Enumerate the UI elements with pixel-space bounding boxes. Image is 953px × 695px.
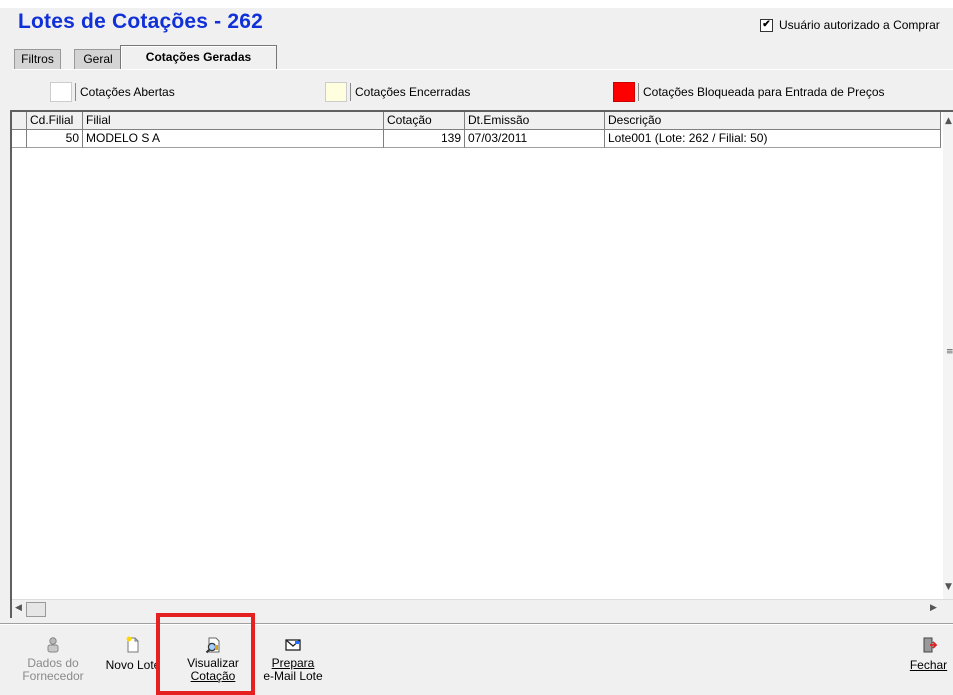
column-header-cd-filial[interactable]: Cd.Filial: [27, 112, 83, 130]
top-border: [0, 0, 953, 8]
scroll-down-arrow-icon[interactable]: ▼: [945, 582, 952, 592]
authorized-buyer-label: Usuário autorizado a Comprar: [779, 18, 940, 32]
cell-cd-filial[interactable]: 50: [27, 130, 83, 148]
grid-indicator-header: [12, 112, 27, 130]
column-header-filial[interactable]: Filial: [83, 112, 384, 130]
column-header-descricao[interactable]: Descrição: [605, 112, 941, 130]
supplier-data-icon: [47, 637, 59, 653]
legend-swatch-red: [613, 82, 635, 102]
row-indicator: [12, 130, 27, 148]
cell-cotacao[interactable]: 139: [384, 130, 465, 148]
new-document-icon: [126, 636, 139, 653]
legend-separator: [350, 83, 351, 101]
exit-door-icon: [923, 637, 937, 653]
tab-geral[interactable]: Geral: [74, 49, 122, 69]
visualizar-cotacao-button[interactable]: Visualizar Cotação: [178, 636, 248, 683]
novo-lote-label: Novo Lote: [105, 658, 161, 672]
horizontal-scrollbar[interactable]: ◀ ▶: [12, 599, 953, 618]
cell-dt-emissao[interactable]: 07/03/2011: [465, 130, 605, 148]
cell-descricao[interactable]: Lote001 (Lote: 262 / Filial: 50): [605, 130, 941, 148]
novo-lote-button[interactable]: Novo Lote: [102, 636, 164, 672]
visualizar-label-2: Cotação: [190, 669, 236, 683]
legend-abertas: Cotações Abertas: [50, 82, 175, 102]
scroll-up-arrow-icon[interactable]: ▲: [945, 116, 952, 126]
table-row[interactable]: 50 MODELO S A 139 07/03/2011 Lote001 (Lo…: [12, 130, 941, 148]
column-header-cotacao[interactable]: Cotação: [384, 112, 465, 130]
legend-swatch-white: [50, 82, 72, 102]
legend-label: Cotações Encerradas: [355, 85, 471, 99]
prepara-label-1: Prepara: [271, 656, 315, 670]
scroll-right-arrow-icon[interactable]: ▶: [930, 603, 937, 613]
scroll-thumb[interactable]: [26, 602, 46, 617]
tab-cotacoes-geradas[interactable]: Cotações Geradas: [120, 45, 277, 70]
tab-filtros[interactable]: Filtros: [14, 49, 61, 69]
authorized-buyer-checkbox[interactable]: ✔ Usuário autorizado a Comprar: [760, 17, 940, 33]
checkbox-box[interactable]: ✔: [760, 18, 773, 32]
prepara-email-lote-button[interactable]: Prepara e-Mail Lote: [258, 636, 328, 683]
cotacoes-grid[interactable]: Cd.Filial Filial Cotação Dt.Emissão Desc…: [10, 110, 953, 618]
prepara-label-2: e-Mail Lote: [263, 669, 323, 683]
visualizar-label-1: Visualizar: [187, 656, 239, 670]
dados-fornecedor-label-2: Fornecedor: [22, 669, 84, 683]
page-title: Lotes de Cotações - 262: [18, 10, 264, 33]
dados-fornecedor-label-1: Dados do: [27, 656, 79, 670]
vertical-scrollbar[interactable]: ▲ ≡ ▼: [943, 112, 953, 600]
toolbar-divider-highlight: [0, 624, 953, 625]
grid-header: Cd.Filial Filial Cotação Dt.Emissão Desc…: [12, 112, 941, 130]
legend-swatch-lightyellow: [325, 82, 347, 102]
legend-label: Cotações Bloqueada para Entrada de Preço…: [643, 85, 885, 99]
legend-separator: [75, 83, 76, 101]
legend-encerradas: Cotações Encerradas: [325, 82, 470, 102]
email-envelope-icon: [285, 639, 301, 651]
legend-label: Cotações Abertas: [80, 85, 175, 99]
fechar-button[interactable]: Fechar: [906, 636, 951, 672]
scroll-left-arrow-icon[interactable]: ◀: [15, 603, 22, 613]
scroll-grip-icon[interactable]: ≡: [946, 347, 953, 357]
view-document-icon: [205, 637, 220, 654]
cell-filial[interactable]: MODELO S A: [83, 130, 384, 148]
tab-underline: [12, 69, 953, 70]
legend-bloqueada: Cotações Bloqueada para Entrada de Preço…: [613, 82, 885, 102]
dados-fornecedor-button[interactable]: Dados do Fornecedor: [18, 636, 88, 683]
fechar-label: Fechar: [909, 658, 948, 672]
column-header-dt-emissao[interactable]: Dt.Emissão: [465, 112, 605, 130]
legend-separator: [638, 83, 639, 101]
